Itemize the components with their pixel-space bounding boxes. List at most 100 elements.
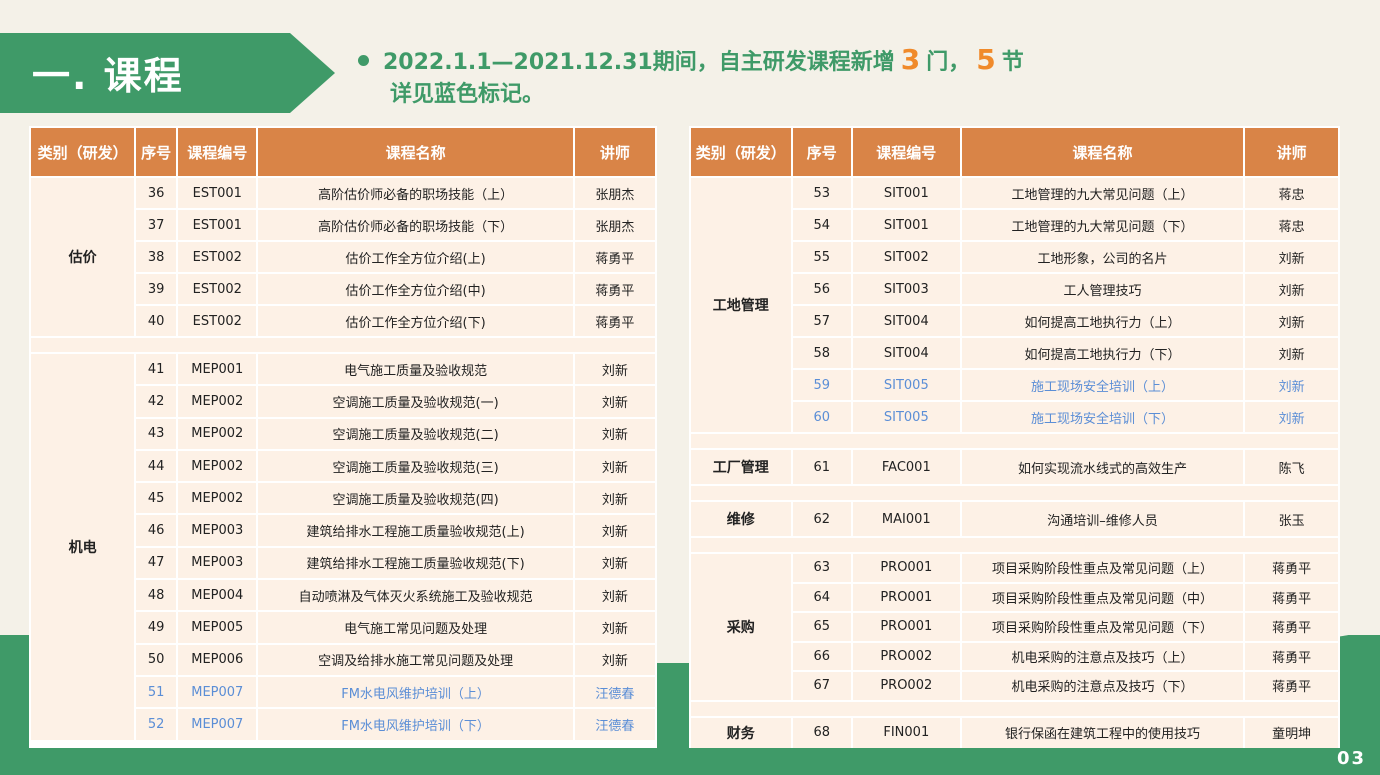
cell-code: EST001 xyxy=(178,178,257,208)
group-separator xyxy=(691,538,1338,552)
cell-lecturer: 蒋忠 xyxy=(1245,210,1338,240)
table-row: 维修 62 MAI001 沟通培训–维修人员 张玉 xyxy=(691,502,1338,536)
cell-lecturer: 刘新 xyxy=(574,644,655,675)
category-cell: 机电 xyxy=(31,354,135,740)
cell-no: 51 xyxy=(136,676,177,708)
cell-lecturer: 童明坤 xyxy=(1245,717,1338,748)
cell-name: FM水电风维护培训（下） xyxy=(258,709,573,740)
cell-no: 44 xyxy=(136,450,177,482)
left-course-panel: 类别（研发） 序号 课程编号 课程名称 讲师 估价 36 EST001 高阶估价师必备的职场技… xyxy=(29,126,657,748)
cell-name: 空调施工质量及验收规范(二) xyxy=(258,418,573,449)
cell-no: 45 xyxy=(136,483,177,514)
cell-code: MEP007 xyxy=(178,709,257,740)
cell-code: MAI001 xyxy=(852,502,960,536)
right-course-panel: 类别（研发） 序号 课程编号 课程名称 讲师 工地管理 53 SIT001 工地管理的九大常见… xyxy=(689,126,1340,748)
right-course-table: 类别（研发） 序号 课程编号 课程名称 讲师 工地管理 53 SIT001 工地管理的九大常见… xyxy=(689,126,1340,750)
cell-no: 46 xyxy=(136,515,177,546)
cell-lecturer: 刘新 xyxy=(1245,338,1338,368)
cell-name: 自动喷淋及气体灭火系统施工及验收规范 xyxy=(258,580,573,611)
cell-code: SIT004 xyxy=(852,306,960,336)
cell-no: 40 xyxy=(136,306,177,336)
cell-lecturer: 蒋勇平 xyxy=(1245,583,1338,611)
cell-name: 项目采购阶段性重点及常见问题（中） xyxy=(961,583,1244,611)
cell-lecturer: 张玉 xyxy=(1245,502,1338,536)
cell-no: 66 xyxy=(792,642,851,670)
cell-name: 空调施工质量及验收规范(一) xyxy=(258,386,573,417)
cell-code: FIN001 xyxy=(852,717,960,748)
cell-lecturer: 刘新 xyxy=(574,354,655,385)
lesson-unit: 节 xyxy=(1001,50,1024,75)
cell-no: 43 xyxy=(136,418,177,449)
category-cell: 财务 xyxy=(691,717,791,748)
cell-no: 64 xyxy=(792,583,851,611)
cell-name: 空调施工质量及验收规范(四) xyxy=(258,483,573,514)
section-title-banner: 一. 课程 xyxy=(0,33,335,113)
summary-line2: 详见蓝色标记。 xyxy=(390,82,545,107)
cell-name: 项目采购阶段性重点及常见问题（下） xyxy=(961,613,1244,641)
cell-code: PRO002 xyxy=(852,672,960,700)
cell-lecturer: 汪德春 xyxy=(574,709,655,740)
cell-no: 62 xyxy=(792,502,851,536)
cell-no: 57 xyxy=(792,306,851,336)
cell-code: SIT001 xyxy=(852,178,960,208)
table-row: 财务 68 FIN001 银行保函在建筑工程中的使用技巧 童明坤 xyxy=(691,717,1338,748)
cell-no: 53 xyxy=(792,178,851,208)
cell-code: MEP003 xyxy=(178,547,257,579)
left-header-4: 讲师 xyxy=(574,128,655,176)
cell-code: PRO001 xyxy=(852,583,960,611)
cell-lecturer: 刘新 xyxy=(574,450,655,482)
cell-name: 沟通培训–维修人员 xyxy=(961,502,1244,536)
right-header-1: 序号 xyxy=(792,128,851,176)
table-row: 工地管理 53 SIT001 工地管理的九大常见问题（上） 蒋忠 xyxy=(691,178,1338,432)
cell-lecturer: 张朋杰 xyxy=(574,178,655,208)
cell-no: 36 xyxy=(136,178,177,208)
category-cell: 采购 xyxy=(691,554,791,700)
cell-no: 61 xyxy=(792,450,851,484)
table-row: 工厂管理 61 FAC001 如何实现流水线式的高效生产 陈飞 xyxy=(691,450,1338,484)
right-header-0: 类别（研发） xyxy=(691,128,791,176)
cell-name: 项目采购阶段性重点及常见问题（上） xyxy=(961,554,1244,582)
cell-name: 建筑给排水工程施工质量验收规范(上) xyxy=(258,515,573,546)
cell-no: 65 xyxy=(792,613,851,641)
cell-name: 工地管理的九大常见问题（下） xyxy=(961,210,1244,240)
cell-name: 机电采购的注意点及技巧（下） xyxy=(961,672,1244,700)
right-header-2: 课程编号 xyxy=(852,128,960,176)
cell-no: 56 xyxy=(792,274,851,304)
cell-lecturer: 刘新 xyxy=(1245,242,1338,272)
cell-lecturer: 蒋勇平 xyxy=(574,242,655,272)
cell-code: MEP006 xyxy=(178,644,257,675)
bullet-dot-icon xyxy=(358,54,369,66)
cell-lecturer: 蒋勇平 xyxy=(1245,613,1338,641)
cell-lecturer: 刘新 xyxy=(574,386,655,417)
cell-no: 47 xyxy=(136,547,177,579)
cell-code: MEP001 xyxy=(178,354,257,385)
cell-code: PRO001 xyxy=(852,554,960,582)
course-count: 3 xyxy=(900,43,921,76)
cell-name: 高阶估价师必备的职场技能（上） xyxy=(258,178,573,208)
cell-code: PRO001 xyxy=(852,613,960,641)
table-row: 采购 63 PRO001 项目采购阶段性重点及常见问题（上） 蒋勇平 xyxy=(691,554,1338,700)
cell-lecturer: 张朋杰 xyxy=(574,210,655,240)
cell-code: EST002 xyxy=(178,274,257,304)
cell-no: 59 xyxy=(792,370,851,400)
left-course-table: 类别（研发） 序号 课程编号 课程名称 讲师 估价 36 EST001 高阶估价师必备的职场技… xyxy=(29,126,657,742)
cell-no: 48 xyxy=(136,580,177,611)
cell-code: SIT004 xyxy=(852,338,960,368)
cell-no: 38 xyxy=(136,242,177,272)
cell-code: MEP005 xyxy=(178,612,257,643)
cell-code: SIT005 xyxy=(852,402,960,432)
cell-no: 68 xyxy=(792,717,851,748)
cell-lecturer: 刘新 xyxy=(574,483,655,514)
page-number: 03 xyxy=(1336,748,1366,769)
cell-name: 空调施工质量及验收规范(三) xyxy=(258,450,573,482)
cell-name: 电气施工质量及验收规范 xyxy=(258,354,573,385)
cell-code: EST002 xyxy=(178,306,257,336)
cell-code: PRO002 xyxy=(852,642,960,670)
cell-no: 67 xyxy=(792,672,851,700)
cell-lecturer: 汪德春 xyxy=(574,676,655,708)
cell-name: 如何提高工地执行力（下） xyxy=(961,338,1244,368)
cell-no: 52 xyxy=(136,709,177,740)
cell-no: 49 xyxy=(136,612,177,643)
category-cell: 维修 xyxy=(691,502,791,536)
cell-code: SIT001 xyxy=(852,210,960,240)
